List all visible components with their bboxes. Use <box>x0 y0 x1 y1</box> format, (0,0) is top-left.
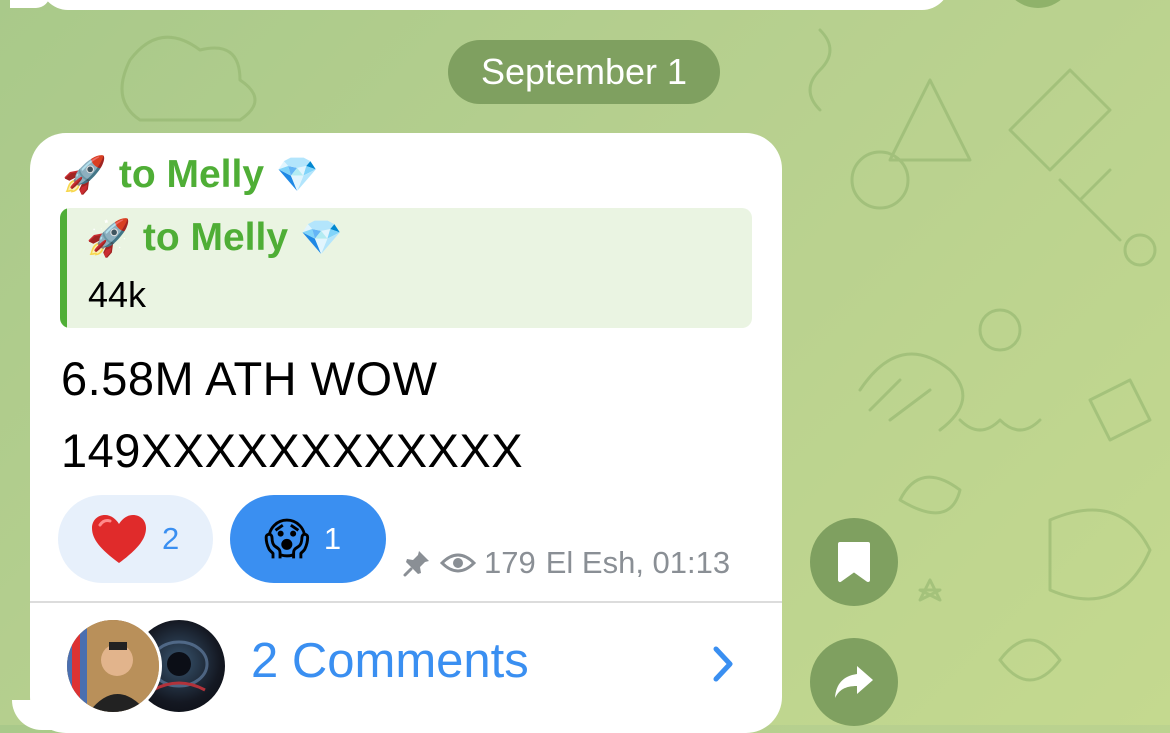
heart-icon <box>90 513 148 565</box>
previous-message-bubble <box>40 0 950 10</box>
message-author[interactable]: 🚀 to Melly 💎 <box>62 153 318 197</box>
reply-author: 🚀 to Melly 💎 <box>86 216 342 260</box>
message-text-line: 6.58M ATH WOW <box>61 352 438 405</box>
message-bubble[interactable]: 🚀 to Melly 💎 🚀 to Melly 💎 44k 6.58M ATH … <box>30 133 782 733</box>
eye-icon <box>440 551 476 575</box>
author-name[interactable]: to Melly <box>119 153 264 197</box>
rocket-icon: 🚀 <box>62 154 107 195</box>
reaction-heart[interactable]: 2 <box>58 495 213 583</box>
share-button[interactable] <box>810 638 898 726</box>
comments-link[interactable]: 2 Comments <box>251 633 529 689</box>
diamond-icon: 💎 <box>300 219 343 257</box>
post-signature-time: El Esh, 01:13 <box>545 545 731 580</box>
reply-quote[interactable]: 🚀 to Melly 💎 44k <box>60 208 752 328</box>
reaction-count: 1 <box>323 521 342 556</box>
message-meta: 179 El Esh, 01:13 <box>402 545 730 581</box>
diamond-icon: 💎 <box>276 156 319 194</box>
reply-accent-bar <box>60 208 67 328</box>
reply-author-name: to Melly <box>142 216 289 259</box>
rocket-icon: 🚀 <box>86 217 131 258</box>
reaction-scream[interactable]: 😱 1 <box>230 495 386 583</box>
view-count: 179 <box>484 545 536 580</box>
comments-divider <box>30 601 782 603</box>
chevron-right-icon[interactable] <box>710 645 736 688</box>
scream-face-icon: 😱 <box>264 514 310 564</box>
pin-icon <box>402 548 432 578</box>
date-separator: September 1 <box>448 40 720 104</box>
avatar <box>64 617 162 715</box>
bookmark-button[interactable] <box>810 518 898 606</box>
bookmark-icon <box>836 540 872 584</box>
reply-text: 44k <box>88 274 147 315</box>
message-text-line: 149XXXXXXXXXXXX <box>61 424 524 477</box>
reaction-count: 2 <box>162 521 180 556</box>
share-icon <box>831 662 877 702</box>
